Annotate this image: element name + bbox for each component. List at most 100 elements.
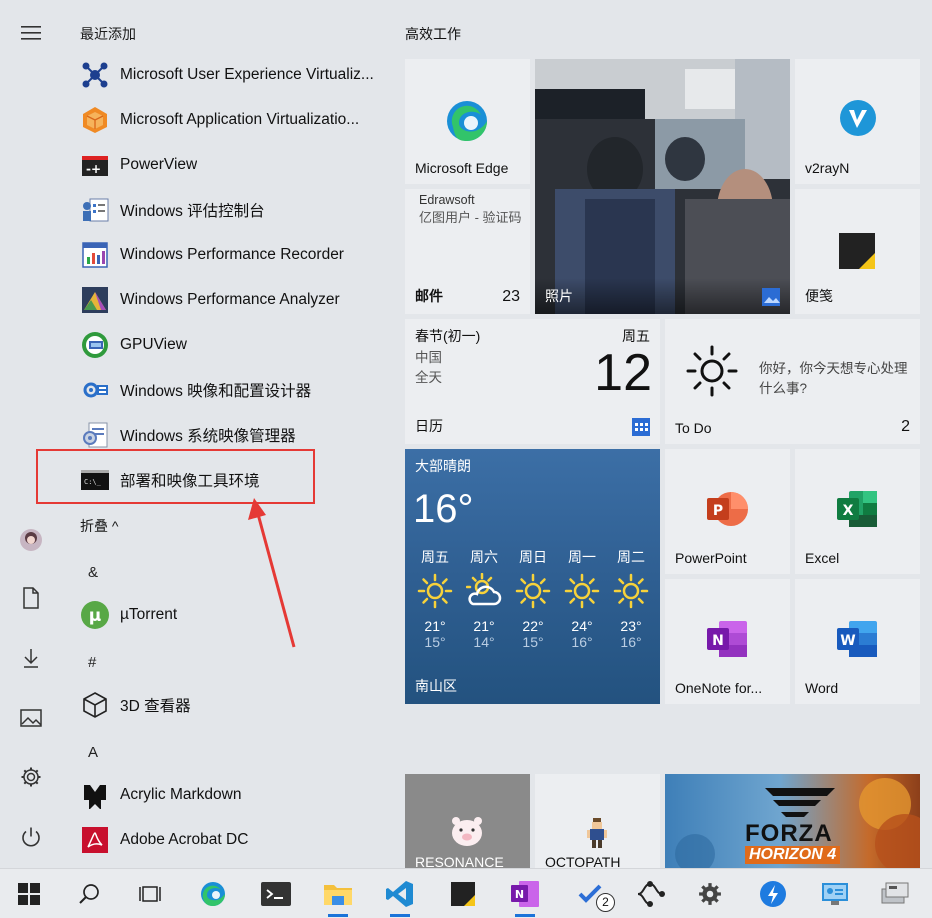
- sticky-notes-taskbar-icon[interactable]: [443, 874, 483, 914]
- svg-text:µ: µ: [89, 606, 102, 626]
- todo-taskbar-icon[interactable]: 2: [567, 874, 617, 914]
- app-assessment-console[interactable]: Windows 评估控制台: [80, 190, 390, 230]
- calendar-event: 春节(初一): [415, 328, 481, 344]
- tile-octopath[interactable]: OCTOPATH: [535, 774, 660, 868]
- pictures-icon[interactable]: [11, 698, 51, 738]
- annotation-arrow: [248, 498, 296, 648]
- assessment-icon: [80, 195, 110, 225]
- forecast-low: 16°: [571, 634, 593, 650]
- sticky-notes-icon: [839, 233, 875, 269]
- app-label: Windows 评估控制台: [120, 203, 265, 220]
- app-appv[interactable]: Microsoft Application Virtualizatio...: [80, 100, 390, 140]
- forza-title: FORZA: [745, 820, 833, 847]
- tile-v2rayn[interactable]: v2rayN: [795, 59, 920, 184]
- forecast-day: 周五 21° 15°: [411, 547, 459, 650]
- group-letter-hash[interactable]: #: [88, 654, 96, 671]
- svg-text:-+: -+: [86, 162, 101, 176]
- sun-icon: [686, 345, 738, 397]
- weather-temp: 16°: [413, 487, 474, 531]
- tiles-group-header: 高效工作: [405, 26, 461, 42]
- taskbar-edge-icon[interactable]: [193, 874, 233, 914]
- acrobat-icon: [80, 825, 110, 855]
- forecast-high: 21°: [424, 618, 446, 634]
- control-panel-icon[interactable]: [815, 874, 855, 914]
- app-uev[interactable]: Microsoft User Experience Virtualiz...: [80, 55, 390, 95]
- start-menu: 最近添加 Microsoft User Experience Virtualiz…: [0, 0, 932, 868]
- forza-subtitle: HORIZON 4: [745, 846, 841, 864]
- todo-count-badge: 2: [901, 418, 910, 435]
- onenote-taskbar-icon[interactable]: N: [505, 874, 545, 917]
- tile-name: 便笺: [805, 288, 833, 304]
- app-wpa[interactable]: Windows Performance Analyzer: [80, 280, 390, 320]
- tile-forza[interactable]: FORZA HORIZON 4: [665, 774, 920, 868]
- vscode-icon[interactable]: [380, 874, 420, 917]
- tile-name: RESONANCE: [415, 854, 504, 868]
- tile-edge[interactable]: Microsoft Edge: [405, 59, 530, 184]
- settings-taskbar-icon[interactable]: [690, 874, 730, 914]
- calendar-line2: 中国: [415, 350, 442, 365]
- sun-icon: [613, 573, 649, 609]
- hamburger-menu-icon[interactable]: [11, 13, 51, 53]
- app-powerview[interactable]: -+ PowerView: [80, 145, 390, 185]
- forecast-day-label: 周二: [617, 549, 645, 565]
- group-letter-ampersand[interactable]: &: [88, 564, 98, 581]
- power-icon[interactable]: [11, 817, 51, 857]
- calendar-weekday: 周五: [622, 328, 650, 344]
- tile-onenote[interactable]: N OneNote for...: [665, 579, 790, 704]
- feishu-icon[interactable]: [753, 874, 793, 914]
- app-wpr[interactable]: Windows Performance Recorder: [80, 235, 390, 275]
- svg-text:P: P: [713, 503, 723, 519]
- search-icon[interactable]: [70, 874, 110, 914]
- recent-header: 最近添加: [80, 26, 136, 42]
- edge-icon: [447, 101, 487, 141]
- tile-name: 日历: [415, 418, 443, 434]
- tile-todo[interactable]: 你好，你今天想专心处理什么事? To Do 2: [665, 319, 920, 444]
- forecast-day: 周六 21° 14°: [460, 547, 508, 650]
- app-icd[interactable]: Windows 映像和配置设计器: [80, 370, 390, 410]
- device-manager-icon[interactable]: [875, 874, 915, 914]
- tile-mail[interactable]: Edrawsoft 亿图用户 - 验证码 邮件 23: [405, 189, 530, 314]
- tile-resonance[interactable]: RESONANCE: [405, 774, 530, 868]
- tile-photos[interactable]: 照片: [535, 59, 790, 314]
- file-explorer-icon[interactable]: [318, 874, 358, 917]
- windows-start-icon[interactable]: [9, 874, 49, 914]
- app-utorrent[interactable]: µ µTorrent: [80, 595, 390, 635]
- calendar-line3: 全天: [415, 370, 442, 385]
- sun-icon: [515, 573, 551, 609]
- terminal-icon[interactable]: [256, 874, 296, 914]
- mail-preview: 亿图用户 - 验证码: [419, 210, 522, 225]
- onenote-icon: N: [707, 621, 747, 657]
- documents-icon[interactable]: [11, 578, 51, 618]
- word-icon: W: [837, 621, 877, 657]
- icd-icon: [80, 375, 110, 405]
- forecast-day-label: 周一: [568, 549, 596, 565]
- app-acrylic-markdown[interactable]: Acrylic Markdown: [80, 775, 390, 815]
- tile-calendar[interactable]: 春节(初一) 中国 全天 周五 12 日历: [405, 319, 660, 444]
- forecast-high: 23°: [620, 618, 642, 634]
- tile-weather[interactable]: 大部晴朗 16° 周五 21° 15° 周六 21° 14° 周日 22° 15…: [405, 449, 660, 704]
- group-letter-a[interactable]: A: [88, 744, 98, 761]
- tile-sticky-notes[interactable]: 便笺: [795, 189, 920, 314]
- flow-app-icon[interactable]: [630, 874, 670, 914]
- task-view-icon[interactable]: [130, 874, 170, 914]
- app-adobe-acrobat[interactable]: Adobe Acrobat DC: [80, 820, 390, 860]
- tile-name: To Do: [675, 420, 712, 436]
- collapse-toggle[interactable]: 折叠 ^: [80, 516, 118, 536]
- tile-name: Excel: [805, 550, 840, 566]
- forecast-day-label: 周日: [519, 549, 547, 565]
- forecast-low: 15°: [522, 634, 544, 650]
- tile-powerpoint[interactable]: P PowerPoint: [665, 449, 790, 574]
- mail-sender: Edrawsoft: [419, 193, 475, 207]
- app-list: 最近添加 Microsoft User Experience Virtualiz…: [62, 0, 392, 868]
- calendar-day: 12: [594, 344, 652, 402]
- app-gpuview[interactable]: GPUView: [80, 325, 390, 365]
- app-label: PowerView: [120, 156, 198, 173]
- tile-word[interactable]: W Word: [795, 579, 920, 704]
- start-left-rail: [0, 0, 62, 868]
- weather-location: 南山区: [415, 678, 457, 694]
- settings-gear-icon[interactable]: [11, 757, 51, 797]
- downloads-icon[interactable]: [11, 638, 51, 678]
- app-3d-viewer[interactable]: 3D 查看器: [80, 685, 390, 725]
- tile-excel[interactable]: X Excel: [795, 449, 920, 574]
- user-avatar[interactable]: [11, 520, 51, 560]
